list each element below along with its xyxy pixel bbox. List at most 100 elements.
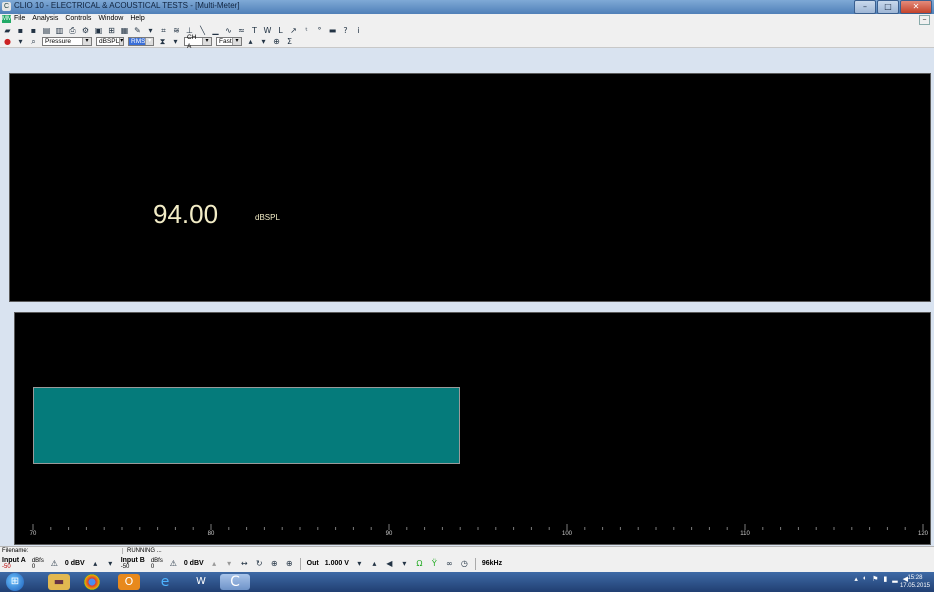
outlook-icon[interactable]: O bbox=[118, 574, 140, 590]
tray-app-icon[interactable]: ◐ bbox=[863, 575, 867, 583]
maximize-button[interactable]: □ bbox=[877, 0, 899, 14]
noise-icon[interactable]: ≈ bbox=[237, 26, 246, 35]
pen-icon[interactable]: ✎ bbox=[133, 26, 142, 35]
out-level: 1.000 V bbox=[324, 560, 349, 567]
system-clock[interactable]: 15:28 17.05.2015 bbox=[900, 574, 930, 590]
input-b-down-icon[interactable]: ▾ bbox=[225, 559, 234, 568]
marker-icon[interactable]: ▦ bbox=[120, 26, 129, 35]
signal-icon[interactable]: ▂ bbox=[892, 575, 897, 583]
chevron-down-icon: ▾ bbox=[202, 38, 211, 45]
sum-icon[interactable]: Σ bbox=[285, 37, 294, 46]
chevron-down-icon[interactable]: ▾ bbox=[171, 37, 180, 46]
leq-icon[interactable]: L bbox=[276, 26, 285, 35]
help-icon[interactable]: ? bbox=[341, 26, 350, 35]
save-as-icon[interactable]: ▪ bbox=[29, 26, 38, 35]
link-icon[interactable]: ↔ bbox=[240, 559, 249, 568]
monitor-icon[interactable]: ▬ bbox=[328, 26, 337, 35]
arrow-down-icon[interactable]: ▾ bbox=[259, 37, 268, 46]
input-a-block: Input A -50 bbox=[2, 556, 26, 570]
analyzer-icon[interactable]: ⌗ bbox=[159, 26, 168, 35]
autorange-a-icon[interactable]: ⚠ bbox=[50, 559, 59, 568]
io-icon[interactable]: ∞ bbox=[445, 559, 454, 568]
menu-window[interactable]: Window bbox=[98, 15, 123, 22]
chevron-down-icon[interactable]: ▾ bbox=[146, 26, 155, 35]
temperature-icon[interactable]: ° bbox=[315, 26, 324, 35]
dbfs-a-label: dBfs bbox=[31, 557, 44, 564]
generator-icon[interactable]: ▣ bbox=[94, 26, 103, 35]
out-down-icon[interactable]: ▾ bbox=[355, 559, 364, 568]
info-icon[interactable]: i bbox=[354, 26, 363, 35]
start-button[interactable]: ⊞ bbox=[6, 573, 24, 591]
reference-icon[interactable]: ⊕ bbox=[272, 37, 281, 46]
scale-label: 110 bbox=[740, 531, 750, 537]
chrome-icon[interactable] bbox=[84, 574, 100, 590]
document-icon[interactable]: MM bbox=[2, 15, 12, 23]
media-app-icon[interactable]: W bbox=[190, 574, 212, 590]
waveform-icon[interactable]: ∿ bbox=[224, 26, 233, 35]
unit-select[interactable]: dBSPL ▾ bbox=[96, 37, 124, 46]
file-explorer-icon[interactable]: ▬ bbox=[48, 574, 70, 590]
wow-flutter-icon[interactable]: W bbox=[263, 26, 272, 35]
arrow-up-icon[interactable]: ▴ bbox=[246, 37, 255, 46]
clock-icon[interactable]: ◷ bbox=[460, 559, 469, 568]
channel-value: CH A bbox=[187, 33, 197, 50]
menu-help[interactable]: Help bbox=[130, 15, 144, 22]
loop-icon[interactable]: ↻ bbox=[255, 559, 264, 568]
phantom-b-icon[interactable]: ⊕ bbox=[285, 559, 294, 568]
sample-rate[interactable]: 96kHz bbox=[482, 560, 502, 567]
flag-icon[interactable]: ⚑ bbox=[872, 575, 878, 583]
scale-label: 120 bbox=[917, 531, 929, 537]
channel-select[interactable]: CH A ▾ bbox=[184, 34, 212, 50]
chevron-down-icon[interactable]: ▾ bbox=[400, 559, 409, 568]
out-up-icon[interactable]: ▴ bbox=[370, 559, 379, 568]
scale-label: 70 bbox=[29, 531, 37, 537]
measurement-value: Pressure bbox=[45, 38, 72, 45]
chevron-down-icon: ▾ bbox=[82, 38, 91, 45]
close-button[interactable]: ✕ bbox=[900, 0, 932, 14]
filter-icon[interactable]: ⧗ bbox=[158, 37, 167, 46]
input-b-up-icon[interactable]: ▴ bbox=[210, 559, 219, 568]
open-folder-icon[interactable]: ▰ bbox=[3, 26, 12, 35]
thermal-icon[interactable]: ᵗ bbox=[302, 26, 311, 35]
print-icon[interactable]: ⎙ bbox=[68, 26, 77, 35]
fft-icon[interactable]: ≋ bbox=[172, 26, 181, 35]
zoom-icon[interactable]: ⌕ bbox=[29, 37, 38, 46]
amplifier-icon[interactable]: Ϋ bbox=[430, 559, 439, 568]
network-icon[interactable]: ▮ bbox=[883, 575, 887, 583]
filename-label: Filename: bbox=[2, 548, 29, 554]
menu-controls[interactable]: Controls bbox=[65, 15, 91, 22]
detector-value: RMS bbox=[131, 38, 146, 45]
dbfs-a-block: dBfs 0 bbox=[32, 558, 44, 570]
clio-app-icon[interactable]: C bbox=[220, 574, 250, 590]
scale-label: 100 bbox=[561, 531, 573, 537]
input-a-label: Input A bbox=[2, 556, 26, 564]
minimize-button[interactable]: – bbox=[854, 0, 876, 14]
copy-icon[interactable]: ▥ bbox=[55, 26, 64, 35]
impedance-icon[interactable]: Ω bbox=[415, 559, 424, 568]
dbfs-b-label: dBfs bbox=[150, 557, 163, 564]
speaker-icon[interactable]: ◀ bbox=[385, 559, 394, 568]
phantom-a-icon[interactable]: ⊕ bbox=[270, 559, 279, 568]
settings-icon[interactable]: ⚙ bbox=[81, 26, 90, 35]
menu-bar: MM File Analysis Controls Window Help – bbox=[0, 14, 934, 25]
cursor-icon[interactable]: ⊞ bbox=[107, 26, 116, 35]
tray-expand-icon[interactable]: ▴ bbox=[854, 575, 858, 583]
mdi-minimize-button[interactable]: – bbox=[919, 15, 930, 25]
internet-explorer-icon[interactable]: e bbox=[154, 574, 176, 590]
input-a-down-icon[interactable]: ▾ bbox=[106, 559, 115, 568]
menu-analysis[interactable]: Analysis bbox=[32, 15, 58, 22]
input-a-up-icon[interactable]: ▴ bbox=[91, 559, 100, 568]
histogram-icon[interactable]: ▁ bbox=[211, 26, 220, 35]
autorange-b-icon[interactable]: ⚠ bbox=[169, 559, 178, 568]
measurement-select[interactable]: Pressure ▾ bbox=[42, 37, 92, 46]
separator bbox=[474, 557, 476, 570]
speed-select[interactable]: Fast ▾ bbox=[216, 37, 242, 46]
save-icon[interactable]: ▪ bbox=[16, 26, 25, 35]
detector-select[interactable]: RMS ▾ bbox=[128, 37, 154, 46]
menu-file[interactable]: File bbox=[14, 15, 25, 22]
export-icon[interactable]: ▤ bbox=[42, 26, 51, 35]
ts-parameters-icon[interactable]: T bbox=[250, 26, 259, 35]
linearity-icon[interactable]: ↗ bbox=[289, 26, 298, 35]
dropdown-icon[interactable]: ▾ bbox=[16, 37, 25, 46]
stop-icon[interactable]: ● bbox=[3, 37, 12, 46]
